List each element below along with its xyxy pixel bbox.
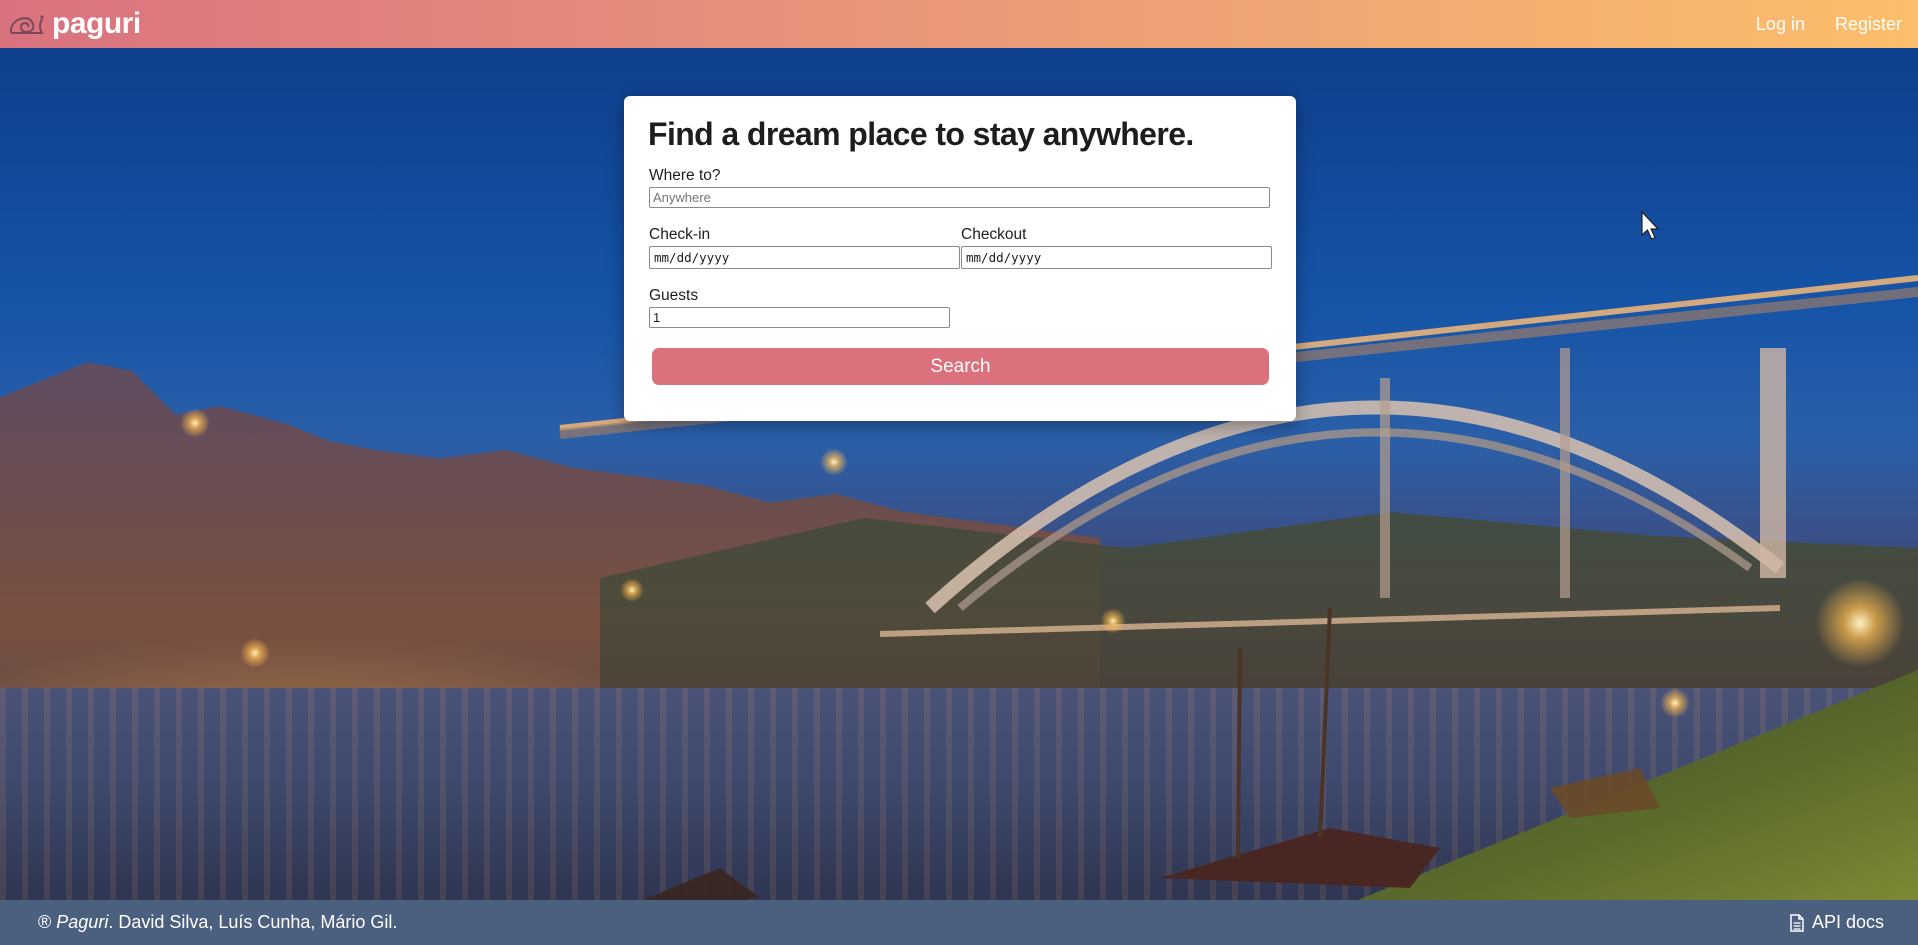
checkout-label: Checkout (961, 226, 1027, 243)
checkin-label: Check-in (649, 226, 711, 243)
guests-label: Guests (649, 287, 699, 304)
street-light (180, 408, 210, 438)
checkout-date-input[interactable] (961, 246, 1272, 269)
checkin-group: Check-in (648, 226, 960, 269)
brand-name: paguri (52, 7, 141, 40)
street-light (820, 448, 848, 476)
project-name: Paguri (56, 912, 109, 932)
mouse-pointer-icon (1641, 211, 1660, 240)
copyright-symbol: ® (38, 912, 52, 932)
api-docs-link[interactable]: API docs (1790, 912, 1884, 933)
brand-logo-link[interactable]: paguri (8, 7, 141, 41)
top-navbar: paguri Log in Register (0, 0, 1918, 48)
search-button[interactable]: Search (652, 348, 1269, 385)
where-input[interactable] (649, 187, 1270, 208)
street-light (1660, 688, 1690, 718)
checkin-date-input[interactable] (649, 246, 960, 269)
guests-input[interactable] (649, 307, 950, 328)
login-link[interactable]: Log in (1756, 14, 1805, 35)
api-docs-label: API docs (1811, 912, 1884, 932)
snail-shell-icon (9, 15, 44, 34)
where-label: Where to? (649, 167, 721, 184)
checkout-group: Checkout (960, 226, 1272, 269)
search-card: Find a dream place to stay anywhere. Whe… (624, 96, 1296, 421)
footer-credits: ® Paguri. David Silva, Luís Cunha, Mário… (38, 912, 397, 933)
dates-row: Check-in Checkout (648, 226, 1272, 269)
page-footer: ® Paguri. David Silva, Luís Cunha, Mário… (0, 900, 1918, 945)
search-heading: Find a dream place to stay anywhere. (648, 116, 1194, 152)
street-light (1815, 578, 1905, 668)
document-icon (1790, 913, 1804, 932)
street-light (620, 578, 644, 602)
footer-authors: . David Silva, Luís Cunha, Mário Gil. (108, 912, 398, 932)
street-light (1100, 608, 1126, 634)
street-light (240, 638, 270, 668)
register-link[interactable]: Register (1835, 14, 1902, 35)
auth-nav: Log in Register (1756, 14, 1902, 35)
